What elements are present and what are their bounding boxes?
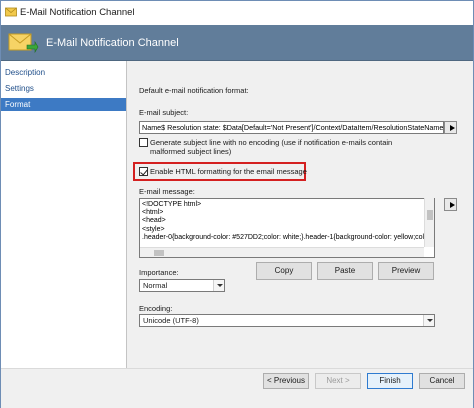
html-formatting-checkbox[interactable]	[139, 167, 148, 176]
message-line: .header-0{background-color: #527DD2;colo…	[142, 233, 429, 241]
message-line: <style>	[142, 225, 165, 233]
paste-button[interactable]: Paste	[317, 262, 373, 280]
message-vertical-scrollbar[interactable]	[424, 198, 434, 247]
no-encoding-checkbox[interactable]	[139, 138, 148, 147]
finish-button[interactable]: Finish	[367, 373, 413, 389]
nav-item-settings[interactable]: Settings	[1, 82, 126, 95]
subject-label: E-mail subject:	[139, 108, 189, 117]
title-bar: E-Mail Notification Channel	[1, 1, 473, 25]
copy-button[interactable]: Copy	[256, 262, 312, 280]
cancel-button[interactable]: Cancel	[419, 373, 465, 389]
message-label: E-mail message:	[139, 187, 195, 196]
header-banner: E-Mail Notification Channel	[1, 25, 473, 61]
importance-select[interactable]: Normal	[139, 279, 225, 292]
message-line: <head>	[142, 217, 166, 225]
subject-insert-button[interactable]	[444, 121, 457, 134]
nav-item-description[interactable]: Description	[1, 66, 126, 79]
no-encoding-label-line2: malformed subject lines)	[150, 147, 232, 156]
chevron-down-icon[interactable]	[213, 280, 224, 291]
encoding-value: Unicode (UTF-8)	[143, 316, 199, 325]
dialog-window: E-Mail Notification Channel E-Mail Notif…	[0, 0, 474, 408]
message-line: <!DOCTYPE html>	[142, 201, 202, 208]
message-insert-button[interactable]	[444, 198, 457, 211]
nav-item-format[interactable]: Format	[1, 98, 126, 111]
importance-label: Importance:	[139, 268, 179, 277]
message-line: <html>	[142, 209, 164, 217]
scroll-thumb[interactable]	[427, 210, 433, 220]
email-channel-icon	[8, 33, 39, 54]
previous-button[interactable]: < Previous	[263, 373, 309, 389]
window-title: E-Mail Notification Channel	[20, 7, 135, 18]
encoding-label: Encoding:	[139, 304, 173, 313]
next-button[interactable]: Next >	[315, 373, 361, 389]
chevron-down-icon[interactable]	[423, 315, 434, 326]
scroll-thumb[interactable]	[154, 250, 164, 256]
message-horizontal-scrollbar[interactable]	[140, 247, 424, 257]
banner-title: E-Mail Notification Channel	[46, 37, 179, 49]
format-page: Default e-mail notification format: E-ma…	[128, 61, 473, 368]
wizard-footer: < Previous Next > Finish Cancel	[1, 368, 473, 408]
wizard-nav: Description Settings Format	[1, 61, 127, 368]
email-channel-icon	[5, 7, 17, 17]
html-formatting-label: Enable HTML formatting for the email mes…	[150, 167, 307, 176]
importance-value: Normal	[143, 281, 168, 290]
preview-button[interactable]: Preview	[378, 262, 434, 280]
no-encoding-label-line1: Generate subject line with no encoding (…	[150, 138, 393, 147]
subject-input[interactable]: Name$ Resolution state: $Data[Default='N…	[139, 121, 444, 134]
encoding-select[interactable]: Unicode (UTF-8)	[139, 314, 435, 327]
format-heading: Default e-mail notification format:	[139, 86, 249, 95]
